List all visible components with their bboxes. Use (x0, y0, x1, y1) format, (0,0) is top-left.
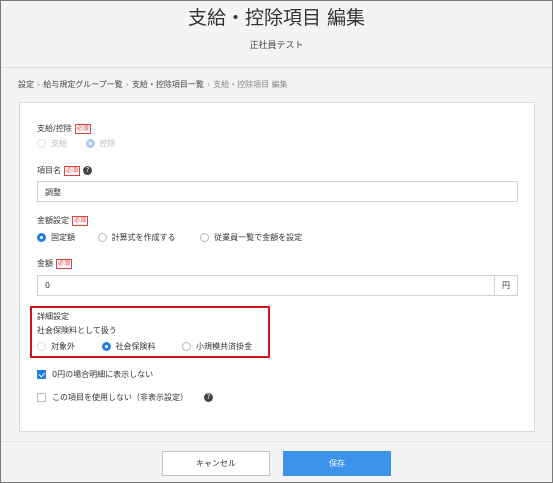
radio-button (85, 139, 95, 148)
breadcrumb-settings[interactable]: 設定 (18, 80, 34, 89)
radio-deduction: 控除 (85, 138, 116, 149)
unused-item-checkbox[interactable]: この項目を使用しない（非表示設定）? (37, 392, 213, 403)
radio-formula-label: 計算式を作成する (111, 233, 176, 242)
amount-setting-radio-group: 固定額 計算式を作成する 従業員一覧で金額を設定 (37, 232, 302, 243)
breadcrumb-separator: › (125, 80, 129, 89)
required-badge: 必須 (64, 165, 81, 176)
type-label: 支給/控除 (37, 124, 72, 133)
amount-label: 金額 (37, 259, 53, 268)
required-badge: 必須 (72, 215, 89, 226)
page-subtitle: 正社員テスト (249, 41, 304, 51)
breadcrumb: 設定 › 給与規定グループ一覧 › 支給・控除項目一覧 › 支給・控除項目 編集 (18, 79, 288, 90)
radio-payment-label: 支給 (51, 139, 67, 148)
breadcrumb-item-list[interactable]: 支給・控除項目一覧 (132, 80, 204, 89)
breadcrumb-current: 支給・控除項目 編集 (213, 80, 288, 89)
help-icon[interactable]: ? (204, 393, 213, 402)
header-divider (1, 67, 552, 68)
breadcrumb-separator: › (206, 80, 211, 89)
radio-button (37, 139, 46, 148)
breadcrumb-pay-group-list[interactable]: 給与規定グループ一覧 (43, 80, 123, 89)
radio-formula[interactable]: 計算式を作成する (97, 232, 176, 243)
footer-divider (1, 441, 552, 442)
radio-button[interactable] (97, 233, 107, 242)
amount-field-label: 金額 必須 (37, 258, 73, 269)
radio-employee-list[interactable]: 従業員一覧で金額を設定 (200, 232, 302, 243)
cancel-button[interactable]: キャンセル (162, 451, 270, 476)
amount-setting-label: 金額設定 (37, 216, 69, 225)
item-name-input[interactable]: 調整 (37, 181, 518, 202)
detail-settings-highlight-box (30, 306, 270, 358)
app-frame: 支給・控除項目 編集 正社員テスト 設定 › 給与規定グループ一覧 › 支給・控除項目一… (0, 0, 553, 483)
radio-fixed-amount[interactable]: 固定額 (37, 232, 75, 243)
yen-unit: 円 (494, 275, 518, 296)
checkbox-checked[interactable] (37, 370, 46, 379)
hide-if-zero-checkbox[interactable]: 0円の場合明細に表示しない (37, 369, 153, 380)
amount-input[interactable]: 0 (37, 275, 495, 296)
item-name-field-label: 項目名 必須? (37, 165, 93, 176)
save-button[interactable]: 保存 (283, 451, 391, 476)
edit-form-card: 支給/控除 必須 支給 控除 項目名 必須? 調整 金額設定 必須 固定額 計算式を作… (19, 102, 535, 432)
radio-employee-list-label: 従業員一覧で金額を設定 (214, 233, 303, 242)
breadcrumb-separator: › (37, 80, 41, 89)
radio-deduction-label: 控除 (99, 139, 116, 148)
radio-fixed-amount-label: 固定額 (51, 233, 75, 242)
radio-payment: 支給 (37, 138, 67, 149)
unused-item-label: この項目を使用しない（非表示設定） (52, 393, 188, 402)
required-badge: 必須 (74, 123, 91, 134)
page-title: 支給・控除項目 編集 (187, 7, 366, 29)
help-icon[interactable]: ? (83, 166, 93, 175)
radio-button[interactable] (37, 233, 46, 242)
radio-button[interactable] (200, 233, 210, 242)
required-badge: 必須 (56, 258, 73, 269)
type-radio-group: 支給 控除 (37, 138, 116, 149)
item-name-label: 項目名 (37, 166, 61, 175)
type-field-label: 支給/控除 必須 (37, 123, 91, 134)
hide-if-zero-label: 0円の場合明細に表示しない (52, 370, 154, 379)
amount-setting-field-label: 金額設定 必須 (37, 215, 89, 226)
checkbox-unchecked[interactable] (37, 393, 46, 402)
